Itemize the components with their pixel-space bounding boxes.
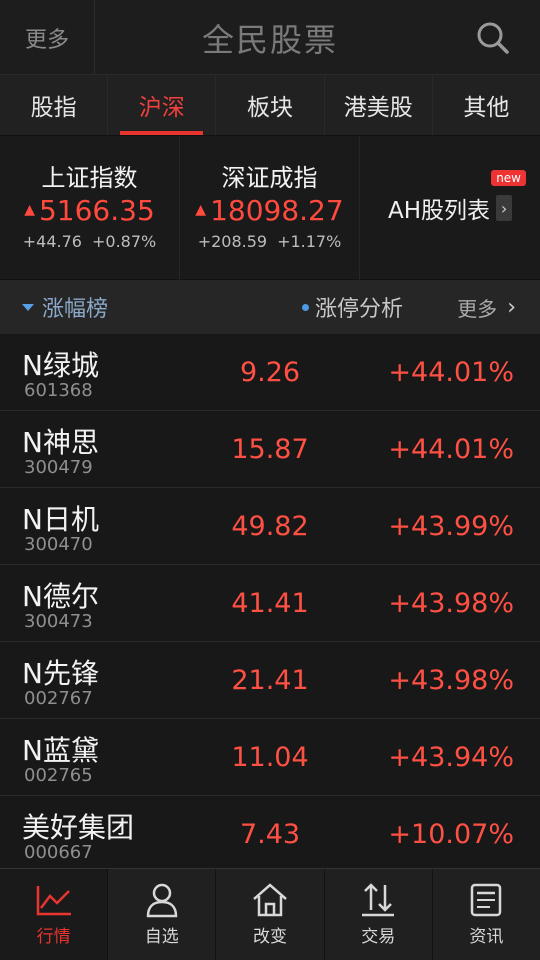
app-header: 更多 全民股票 xyxy=(0,0,540,75)
tab-shanghai-shenzhen[interactable]: 沪深 xyxy=(108,75,217,135)
tab-other[interactable]: 其他 xyxy=(433,75,540,135)
stock-row[interactable]: N神思 300479 15.87 +44.01% xyxy=(0,411,540,488)
bottom-navigation: 行情 自选 改变 交易 资讯 xyxy=(0,868,540,960)
chevron-right-icon: › xyxy=(507,294,516,320)
stock-code: 601368 xyxy=(24,380,93,401)
index-value: ▲ 5166.35 xyxy=(24,194,155,227)
index-panel: 上证指数 ▲ 5166.35 +44.76 +0.87% 深证成指 ▲ 18098.2… xyxy=(0,136,540,280)
index-name: 上证指数 xyxy=(41,164,138,192)
search-icon xyxy=(477,22,509,54)
stock-list: N绿城 601368 9.26 +44.01% N神思 300479 15.87… xyxy=(0,334,540,873)
dropdown-triangle-icon xyxy=(22,303,34,311)
stock-name: N神思 xyxy=(22,426,99,459)
ah-label: AH股列表 xyxy=(387,198,491,224)
stock-change-percent: +43.98% xyxy=(388,665,514,696)
stock-row[interactable]: N绿城 601368 9.26 +44.01% xyxy=(0,334,540,411)
up-arrow-icon: ▲ xyxy=(195,202,207,218)
limit-up-analysis-link[interactable]: 涨停分析 xyxy=(302,280,403,334)
gainers-dropdown[interactable]: 涨幅榜 xyxy=(22,280,108,334)
stock-code: 002767 xyxy=(24,688,93,709)
index-card-shanghai[interactable]: 上证指数 ▲ 5166.35 +44.76 +0.87% xyxy=(0,136,180,280)
more-button[interactable]: 更多 xyxy=(0,0,95,75)
stock-price: 41.41 xyxy=(231,588,309,619)
nav-market[interactable]: 行情 xyxy=(0,869,109,960)
stock-change-percent: +10.07% xyxy=(388,819,514,850)
ah-stock-list-link[interactable]: new AH股列表 › xyxy=(360,136,540,280)
search-button[interactable] xyxy=(445,0,540,75)
stock-row[interactable]: N先锋 002767 21.41 +43.98% xyxy=(0,642,540,719)
index-name: 深证成指 xyxy=(221,164,318,192)
stock-change-percent: +44.01% xyxy=(388,357,514,388)
stock-code: 300470 xyxy=(24,534,93,555)
market-tabs: 股指 沪深 板块 港美股 其他 xyxy=(0,75,540,136)
chart-line-icon xyxy=(36,886,71,916)
nav-change[interactable]: 改变 xyxy=(216,869,325,960)
stock-name: N德尔 xyxy=(22,580,99,613)
stock-row[interactable]: 美好集团 000667 7.43 +10.07% xyxy=(0,796,540,873)
dot-icon xyxy=(302,303,309,311)
stock-row[interactable]: N日机 300470 49.82 +43.99% xyxy=(0,488,540,565)
stock-name: 美好集团 xyxy=(22,811,135,844)
nav-news[interactable]: 资讯 xyxy=(433,869,540,960)
stock-name: N蓝黛 xyxy=(22,734,99,767)
index-card-shenzhen[interactable]: 深证成指 ▲ 18098.27 +208.59 +1.17% xyxy=(180,136,360,280)
stock-price: 11.04 xyxy=(231,742,309,773)
stock-code: 300473 xyxy=(24,611,93,632)
stock-code: 000667 xyxy=(24,842,93,863)
stock-row[interactable]: N蓝黛 002765 11.04 +43.94% xyxy=(0,719,540,796)
index-value: ▲ 18098.27 xyxy=(195,194,344,227)
stock-price: 49.82 xyxy=(231,511,309,542)
stock-price: 9.26 xyxy=(239,357,301,388)
tab-sector[interactable]: 板块 xyxy=(216,75,325,135)
stock-price: 21.41 xyxy=(231,665,309,696)
stock-price: 15.87 xyxy=(231,434,309,465)
person-icon xyxy=(146,883,178,918)
stock-name: N绿城 xyxy=(22,349,99,382)
stock-code: 300479 xyxy=(24,457,93,478)
tab-index[interactable]: 股指 xyxy=(0,75,109,135)
stock-change-percent: +44.01% xyxy=(388,434,514,465)
stock-price: 7.43 xyxy=(239,819,301,850)
transfer-icon xyxy=(362,883,395,917)
stock-change-percent: +43.99% xyxy=(388,511,514,542)
app-title: 全民股票 xyxy=(201,20,338,59)
index-change: +208.59 +1.17% xyxy=(197,232,342,251)
stock-change-percent: +43.94% xyxy=(388,742,514,773)
nav-watchlist[interactable]: 自选 xyxy=(108,869,217,960)
home-icon xyxy=(253,883,287,917)
stock-code: 002765 xyxy=(24,765,93,786)
stock-name: N先锋 xyxy=(22,657,99,690)
up-arrow-icon: ▲ xyxy=(24,202,35,218)
chevron-right-icon: › xyxy=(496,195,513,221)
stock-name: N日机 xyxy=(22,503,99,536)
stock-change-percent: +43.98% xyxy=(388,588,514,619)
rank-header: 涨幅榜 涨停分析 更多 › xyxy=(0,280,540,334)
index-change: +44.76 +0.87% xyxy=(22,232,157,251)
rank-more-link[interactable]: 更多 › xyxy=(457,280,516,334)
rank-title: 涨幅榜 xyxy=(42,297,109,322)
tab-hk-us[interactable]: 港美股 xyxy=(325,75,433,135)
stock-row[interactable]: N德尔 300473 41.41 +43.98% xyxy=(0,565,540,642)
nav-trade[interactable]: 交易 xyxy=(325,869,433,960)
news-icon xyxy=(471,883,502,917)
